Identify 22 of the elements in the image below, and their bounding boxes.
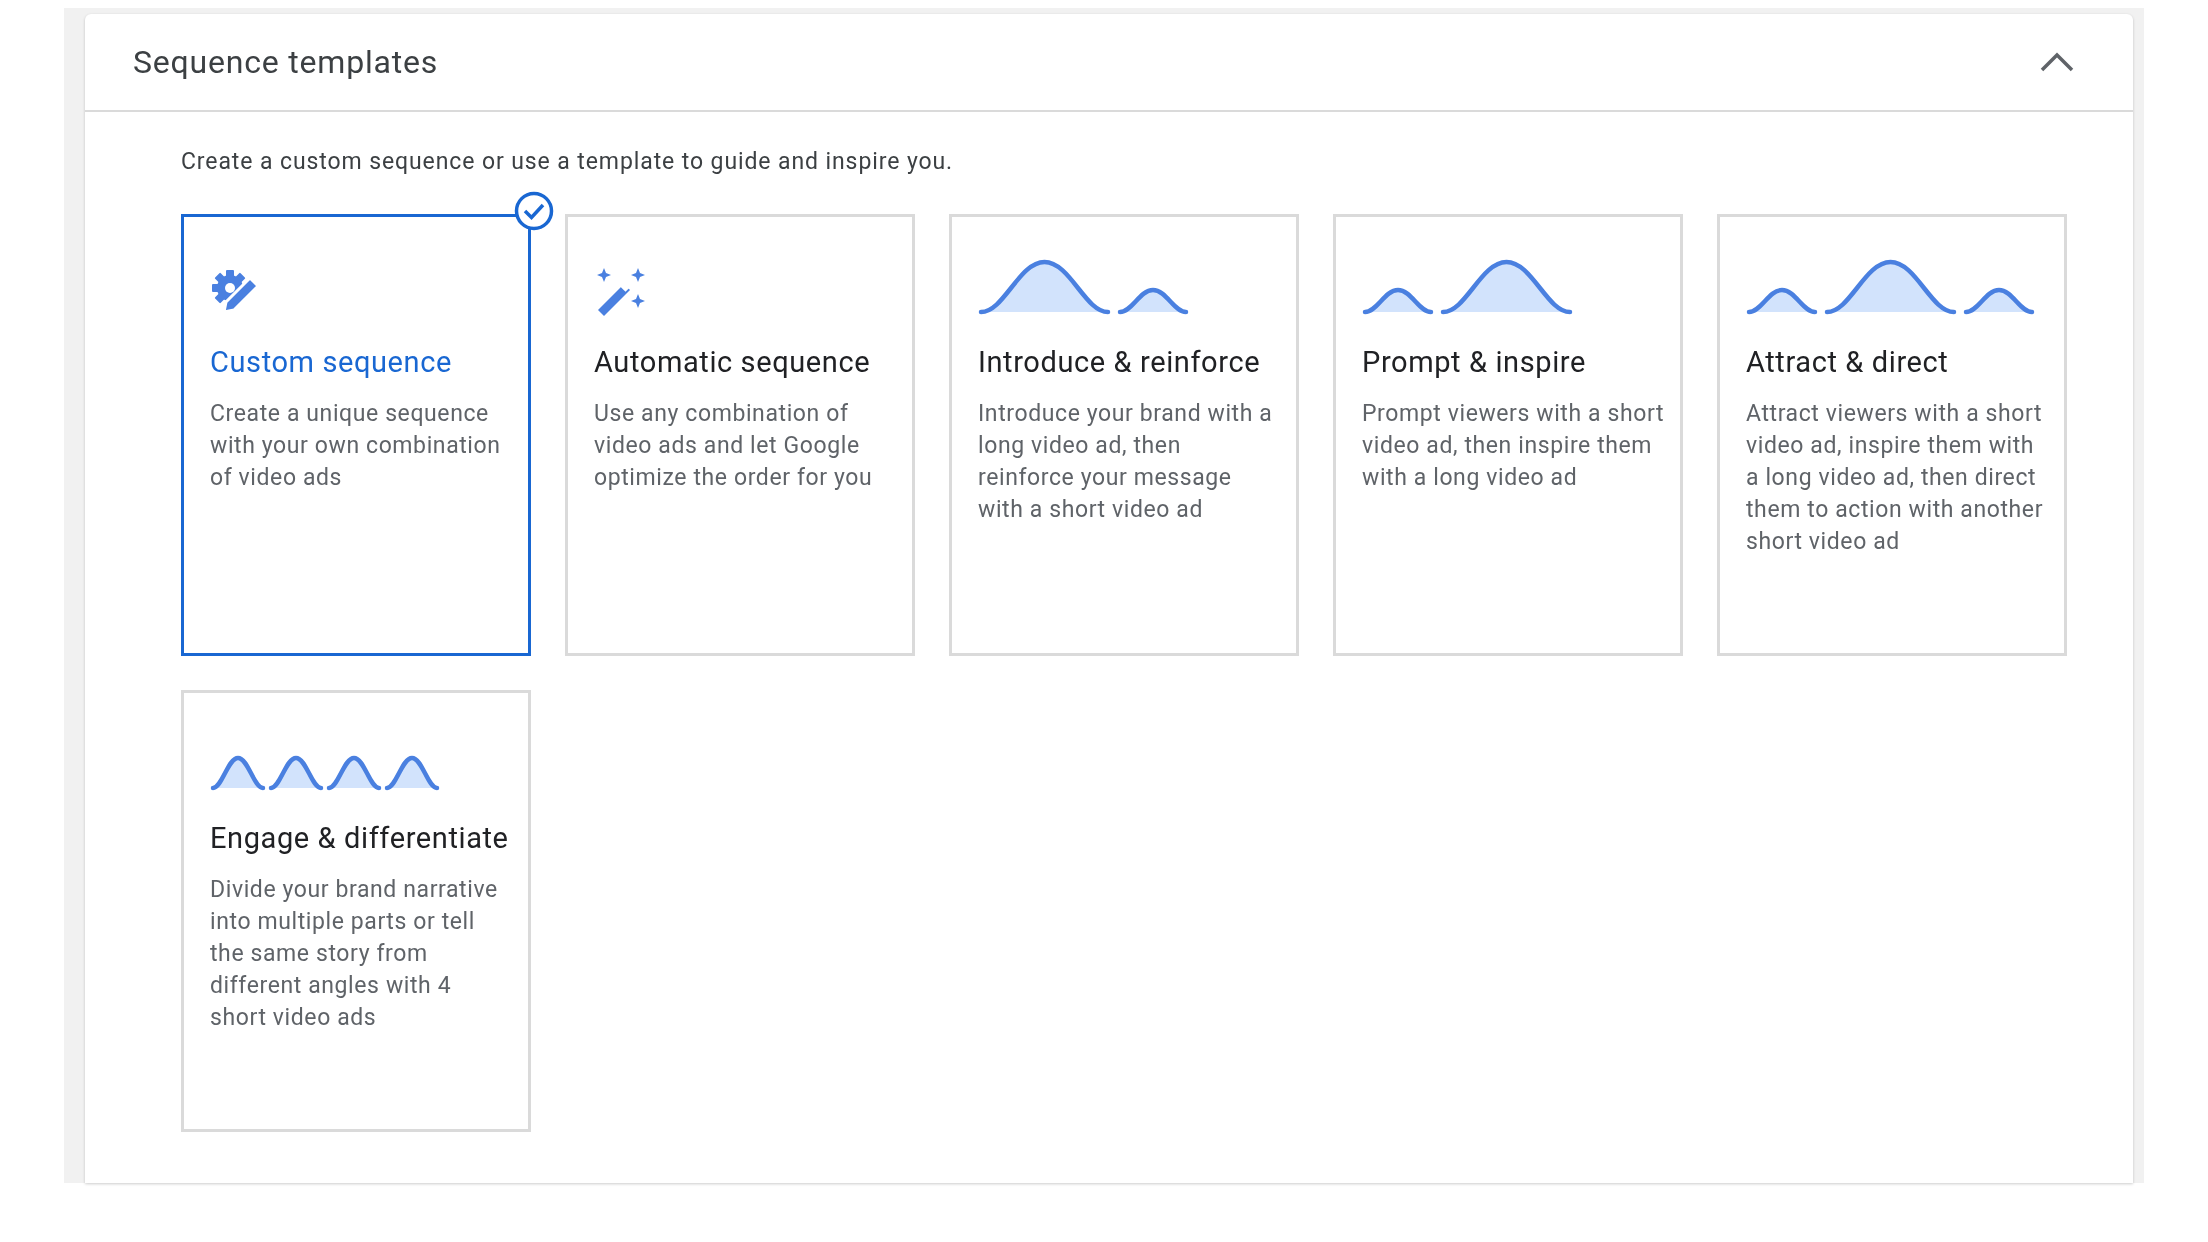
panel-title: Sequence templates (133, 42, 439, 83)
template-card[interactable]: Attract & direct Attract viewers with a short video ad, inspire them with a long video ad, then direct them to action with another short video ad (1717, 213, 2067, 656)
card-title: Attract & direct (1746, 343, 1950, 381)
card-title: Prompt & inspire (1362, 343, 1587, 381)
card-description: Introduce your brand with a long video ad, then reinforce your message with a short video ad (978, 398, 1274, 525)
card-title: Engage & differentiate (210, 819, 510, 857)
chevron-up-icon (2040, 52, 2074, 72)
template-card[interactable]: Automatic sequence Use any combination of video ads and let Google optimize the order for you (565, 213, 915, 656)
card-title: Custom sequence (210, 343, 453, 381)
card-description: Attract viewers with a short video ad, inspire them with a long video ad, then direct them to action with another short video ad (1746, 398, 2045, 557)
card-title: Automatic sequence (594, 343, 872, 381)
check-circle-icon (514, 190, 554, 231)
template-card[interactable]: Engage & differentiate Divide your brand narrative into multiple parts or tell the same story from different angles with 4 short video ads (181, 689, 531, 1132)
template-card[interactable]: Prompt & inspire Prompt viewers with a short video ad, then inspire them with a long video ad (1333, 213, 1683, 656)
template-card[interactable]: Introduce & reinforce Introduce your brand with a long video ad, then reinforce your message with a short video ad (949, 213, 1299, 656)
intro-text: Create a custom sequence or use a template to guide and inspire you. (181, 147, 955, 177)
card-title: Introduce & reinforce (978, 343, 1262, 381)
template-card[interactable]: Custom sequence Create a unique sequence with your own combination of video ads (181, 213, 531, 656)
card-description: Use any combination of video ads and let Google optimize the order for you (594, 398, 874, 493)
card-description: Create a unique sequence with your own combination of video ads (210, 398, 502, 493)
card-description: Divide your brand narrative into multiple parts or tell the same story from different angles with 4 short video ads (210, 874, 499, 1033)
card-description: Prompt viewers with a short video ad, then inspire them with a long video ad (1362, 398, 1664, 493)
